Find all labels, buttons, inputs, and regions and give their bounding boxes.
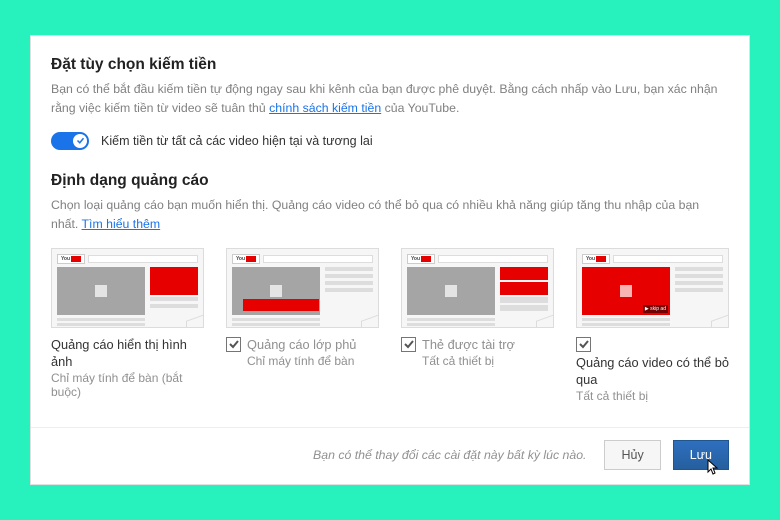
format-display-ads[interactable]: You Quảng cáo hiển thị hình ảnh Chỉ máy … (51, 248, 204, 404)
monetize-toggle-label: Kiếm tiền từ tất cả các video hiện tại v… (101, 134, 373, 148)
format-sub: Chỉ máy tính để bàn (bắt buộc) (51, 371, 204, 399)
ad-format-grid: You Quảng cáo hiển thị hình ảnh Chỉ máy … (51, 248, 729, 404)
format-name: Thẻ được tài trợ (422, 336, 515, 353)
policy-link[interactable]: chính sách kiếm tiền (269, 101, 381, 115)
monetization-desc: Bạn có thể bắt đầu kiếm tiền tự động nga… (51, 80, 729, 118)
overlay-checkbox[interactable] (226, 337, 241, 352)
monetization-dialog: Đặt tùy chọn kiếm tiền Bạn có thể bắt đầ… (30, 35, 750, 486)
monetize-all-toggle[interactable] (51, 132, 89, 150)
check-icon (228, 338, 240, 350)
thumb-overlay-ads: You (226, 248, 379, 328)
check-icon (76, 136, 85, 145)
format-sub: Tất cả thiết bị (422, 354, 554, 368)
monetization-title: Đặt tùy chọn kiếm tiền (51, 56, 729, 74)
format-overlay-ads[interactable]: You Quảng cáo lớp phủ Chỉ máy tính để bà… (226, 248, 379, 404)
save-label: Lưu (690, 448, 712, 462)
monetization-section: Đặt tùy chọn kiếm tiền Bạn có thể bắt đầ… (51, 56, 729, 150)
format-name: Quảng cáo lớp phủ (247, 336, 356, 353)
save-button[interactable]: Lưu (673, 440, 729, 470)
skip-ad-label: ▶ skip ad (643, 305, 668, 313)
thumb-display-ads: You (51, 248, 204, 328)
learn-more-link[interactable]: Tìm hiểu thêm (82, 217, 161, 231)
format-sub: Chỉ máy tính để bàn (247, 354, 379, 368)
format-skippable-video[interactable]: You ▶ skip ad Quảng cáo video có thể bỏ … (576, 248, 729, 404)
sponsored-checkbox[interactable] (401, 337, 416, 352)
thumb-sponsored-cards: You (401, 248, 554, 328)
format-name: Quảng cáo video có thể bỏ qua (576, 354, 729, 389)
check-icon (578, 338, 590, 350)
format-name: Quảng cáo hiển thị hình ảnh (51, 336, 204, 371)
format-sponsored-cards[interactable]: You Thẻ được tài trợ Tất cả thiết bị (401, 248, 554, 404)
ad-formats-section: Định dạng quảng cáo Chọn loại quảng cáo … (51, 172, 729, 404)
dialog-footer: Bạn có thể thay đổi các cài đặt này bất … (31, 427, 749, 470)
toggle-knob (73, 134, 87, 148)
cancel-button[interactable]: Hủy (604, 440, 660, 470)
skippable-checkbox[interactable] (576, 337, 591, 352)
format-sub: Tất cả thiết bị (576, 389, 729, 403)
footer-note: Bạn có thể thay đổi các cài đặt này bất … (313, 448, 586, 462)
monetize-toggle-row: Kiếm tiền từ tất cả các video hiện tại v… (51, 132, 729, 150)
ad-formats-title: Định dạng quảng cáo (51, 172, 729, 190)
check-icon (403, 338, 415, 350)
ad-formats-desc: Chọn loại quảng cáo bạn muốn hiển thị. Q… (51, 196, 729, 234)
thumb-skippable-video: You ▶ skip ad (576, 248, 729, 328)
desc-text-post: của YouTube. (381, 101, 459, 115)
